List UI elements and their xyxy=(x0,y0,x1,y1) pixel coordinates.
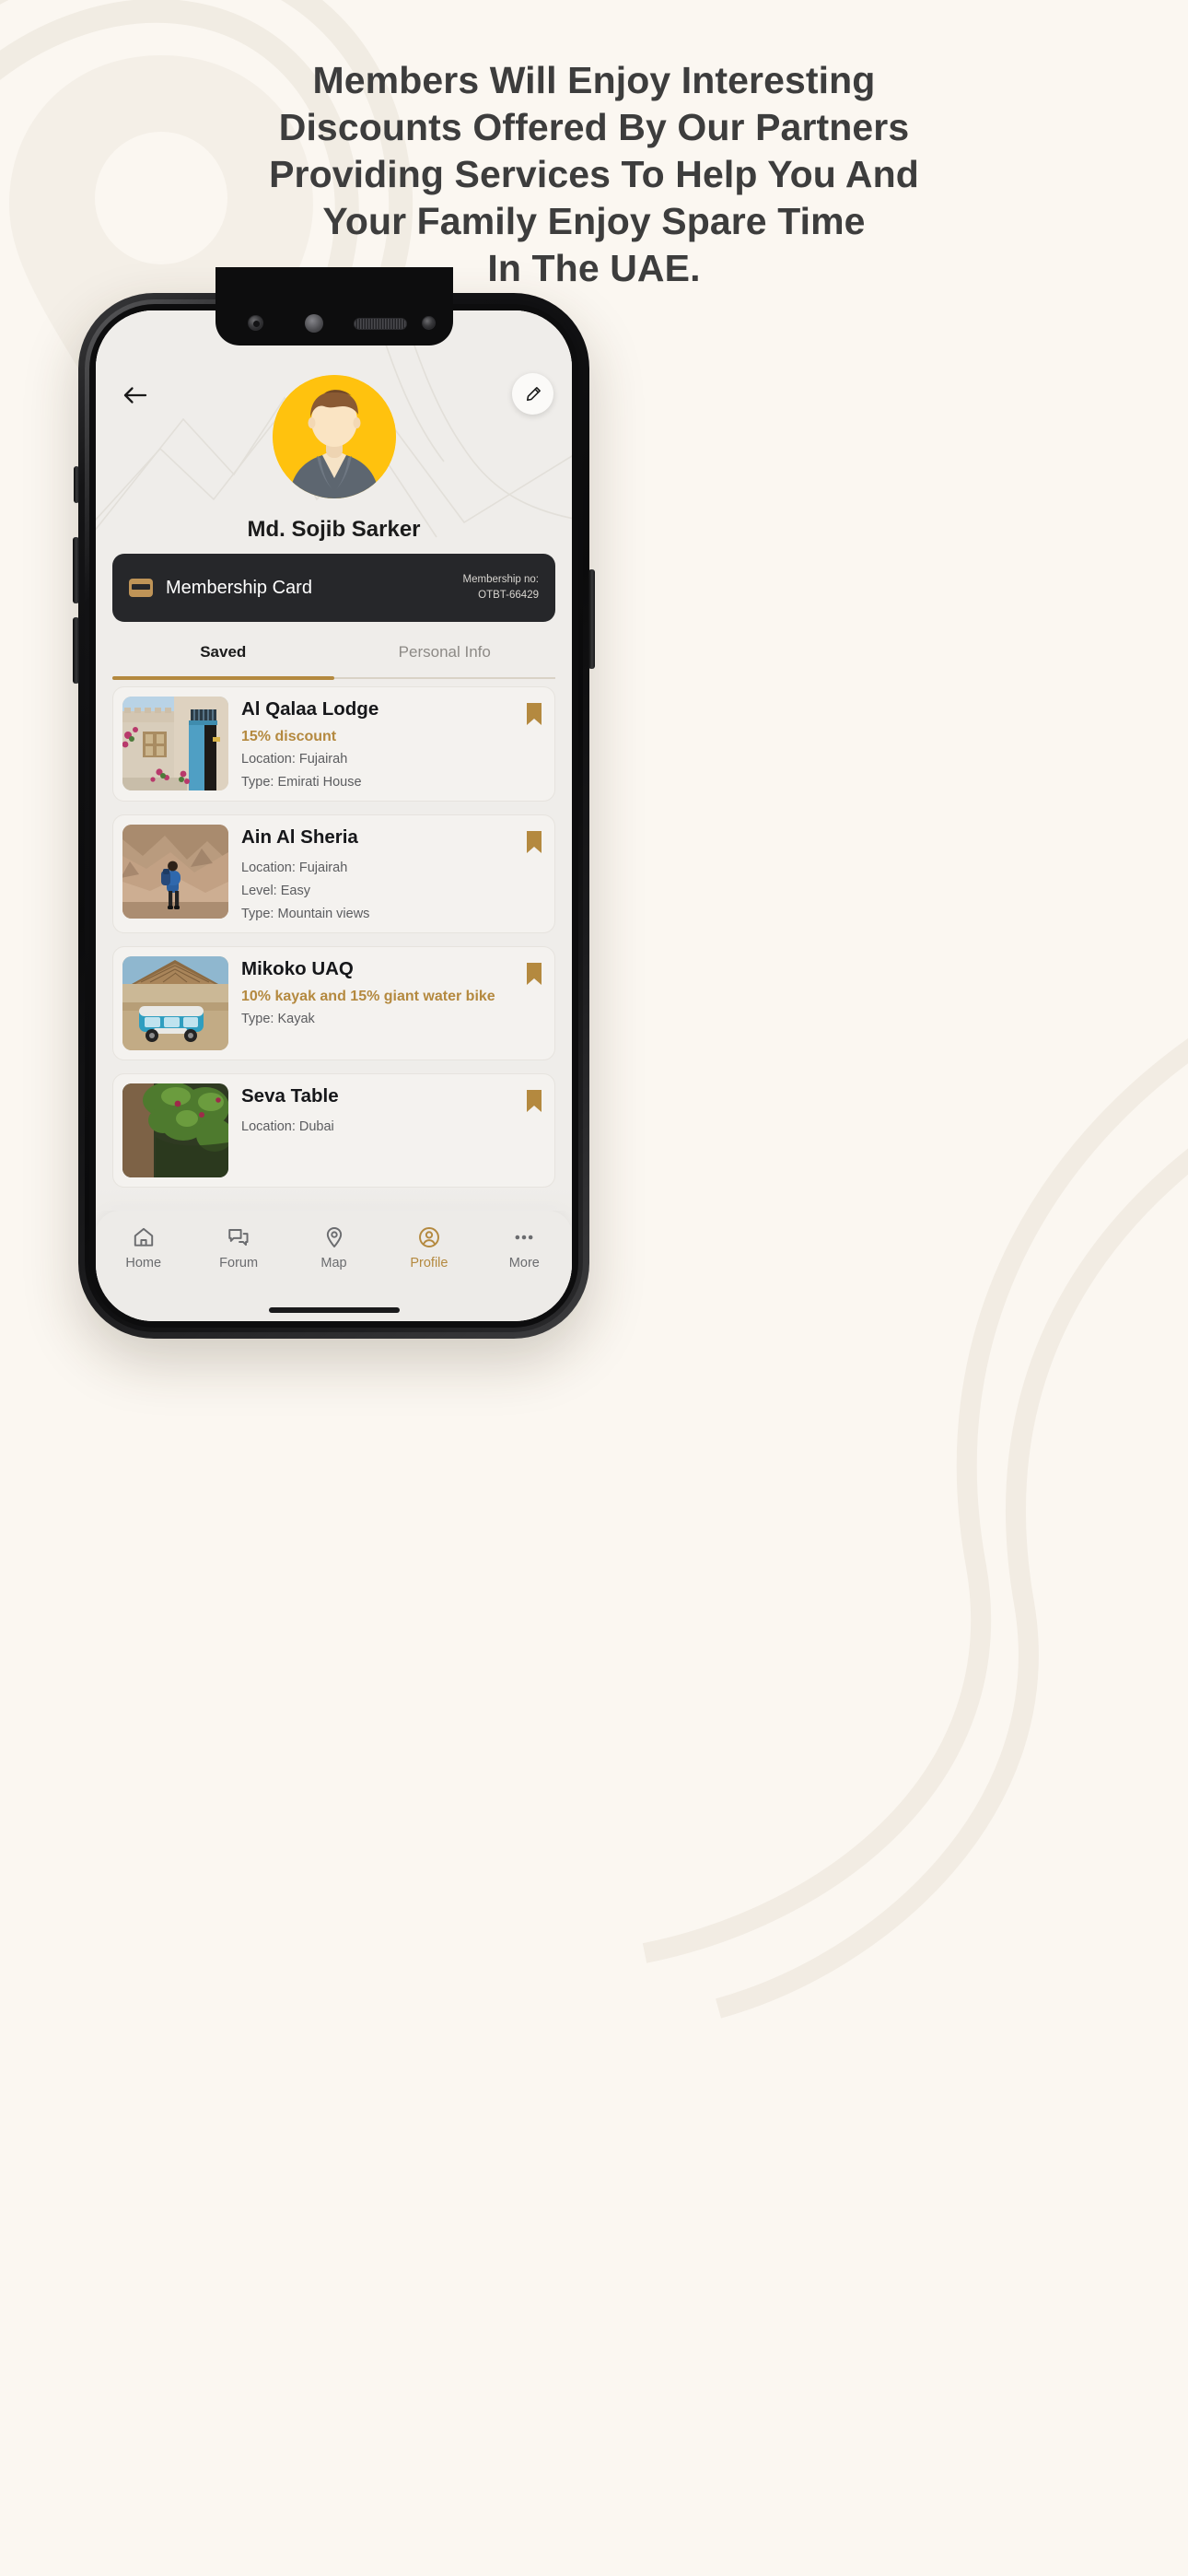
tab-active-indicator xyxy=(112,676,334,680)
list-item-title: Al Qalaa Lodge xyxy=(241,698,379,720)
mute-switch[interactable] xyxy=(74,466,79,503)
tab-personal-info[interactable]: Personal Info xyxy=(334,635,556,679)
emirati-house-image xyxy=(122,697,228,790)
forum-icon xyxy=(228,1229,249,1246)
blue-van-image xyxy=(122,955,228,1050)
list-item-body: Mikoko UAQ 10% kayak and 15% giant water… xyxy=(241,956,512,1050)
nav-item-profile[interactable]: Profile xyxy=(381,1225,476,1270)
profile-icon xyxy=(418,1227,439,1247)
headline-line-4: Your Family Enjoy Spare Time xyxy=(322,200,866,243)
bookmark-filled-icon xyxy=(527,831,542,853)
bottom-nav-row: Home Forum Map Profile More xyxy=(96,1225,572,1270)
list-item-title: Mikoko UAQ xyxy=(241,957,354,979)
nav-item-map[interactable]: Map xyxy=(286,1225,381,1270)
list-item-title: Seva Table xyxy=(241,1084,339,1107)
tab-saved-label: Saved xyxy=(200,643,247,661)
credit-card-icon xyxy=(129,579,153,597)
nav-item-profile-label: Profile xyxy=(410,1256,448,1270)
volume-up-button[interactable] xyxy=(73,537,79,603)
list-item-meta-1: Level: Easy xyxy=(241,883,310,898)
bookmark-button[interactable] xyxy=(525,1083,545,1177)
list-item-body: Ain Al Sheria Location: Fujairah Level: … xyxy=(241,825,512,923)
more-dots-icon xyxy=(515,1235,533,1240)
bookmark-button[interactable] xyxy=(525,956,545,1050)
bookmark-button[interactable] xyxy=(525,825,545,923)
earpiece-speaker xyxy=(353,318,407,330)
profile-name: Md. Sojib Sarker xyxy=(247,517,421,542)
bookmark-filled-icon xyxy=(527,1089,542,1112)
list-item-discount: 15% discount xyxy=(241,728,337,744)
list-item-body: Seva Table Location: Dubai xyxy=(241,1083,512,1177)
proximity-sensor-icon xyxy=(304,314,323,333)
home-icon xyxy=(134,1227,153,1247)
headline-line-1: Members Will Enjoy Interesting xyxy=(312,59,876,101)
list-item[interactable]: Seva Table Location: Dubai xyxy=(112,1072,555,1188)
phone-mockup: Md. Sojib Sarker Membership Card Members… xyxy=(73,267,595,1339)
app-viewport: Md. Sojib Sarker Membership Card Members… xyxy=(96,310,572,1321)
volume-down-button[interactable] xyxy=(73,617,79,684)
bookmark-filled-icon xyxy=(527,703,542,725)
membership-number-block: Membership no: OTBT-66429 xyxy=(463,572,539,603)
back-button[interactable] xyxy=(116,377,153,414)
list-item[interactable]: Al Qalaa Lodge 15% discount Location: Fu… xyxy=(112,686,555,802)
notch-area xyxy=(215,267,453,345)
edit-profile-button[interactable] xyxy=(512,373,553,415)
notch xyxy=(215,267,453,345)
list-item[interactable]: Ain Al Sheria Location: Fujairah Level: … xyxy=(112,814,555,933)
bookmark-filled-icon xyxy=(527,962,542,985)
tab-personal-info-label: Personal Info xyxy=(398,643,491,661)
map-pin-icon xyxy=(326,1227,342,1247)
list-item-meta-2: Type: Mountain views xyxy=(241,906,370,921)
nav-item-forum-label: Forum xyxy=(219,1256,259,1270)
nav-item-map-label: Map xyxy=(320,1256,347,1270)
list-item-thumbnail xyxy=(122,697,228,790)
bookmark-button[interactable] xyxy=(525,697,545,791)
list-item[interactable]: Mikoko UAQ 10% kayak and 15% giant water… xyxy=(112,945,555,1060)
bottom-navigation: Home Forum Map Profile More xyxy=(96,1187,572,1321)
page-headline: Members Will Enjoy Interesting Discounts… xyxy=(0,57,1188,292)
front-camera-icon xyxy=(247,315,263,331)
list-item-body: Al Qalaa Lodge 15% discount Location: Fu… xyxy=(241,697,512,791)
pencil-icon xyxy=(526,386,541,401)
nav-item-forum[interactable]: Forum xyxy=(191,1225,285,1270)
list-item-thumbnail xyxy=(122,1083,228,1177)
ambient-sensor-icon xyxy=(421,316,436,330)
nav-item-more-label: More xyxy=(508,1256,540,1270)
arrow-left-icon xyxy=(123,387,146,404)
list-item-thumbnail xyxy=(122,825,228,919)
nav-item-home[interactable]: Home xyxy=(96,1225,191,1270)
membership-number-value: OTBT-66429 xyxy=(478,590,539,601)
green-garden-image xyxy=(122,1083,228,1177)
headline-line-3: Providing Services To Help You And xyxy=(269,153,919,196)
list-item-meta-0: Location: Dubai xyxy=(241,1118,334,1134)
home-indicator[interactable] xyxy=(268,1307,400,1313)
headline-line-2: Discounts Offered By Our Partners xyxy=(278,106,910,149)
tab-underline xyxy=(112,676,555,680)
profile-tabs: Saved Personal Info xyxy=(112,635,555,679)
hiker-mountain-image xyxy=(122,825,228,919)
list-item-meta-0: Type: Kayak xyxy=(241,1011,315,1026)
list-item-meta-0: Location: Fujairah xyxy=(241,860,348,875)
headline-line-5: In The UAE. xyxy=(487,247,701,290)
power-button[interactable] xyxy=(588,569,595,669)
tab-saved[interactable]: Saved xyxy=(112,635,334,679)
app-topbar xyxy=(96,368,572,419)
list-item-title: Ain Al Sheria xyxy=(241,826,358,848)
membership-card[interactable]: Membership Card Membership no: OTBT-6642… xyxy=(112,554,555,622)
phone-screen: Md. Sojib Sarker Membership Card Members… xyxy=(96,310,572,1321)
list-item-discount: 10% kayak and 15% giant water bike xyxy=(241,988,495,1004)
nav-item-more[interactable]: More xyxy=(477,1225,572,1270)
list-item-meta-1: Type: Emirati House xyxy=(241,774,362,790)
membership-card-label: Membership Card xyxy=(166,577,312,598)
list-item-meta-0: Location: Fujairah xyxy=(241,751,348,767)
membership-number-label: Membership no: xyxy=(462,574,539,586)
nav-item-home-label: Home xyxy=(125,1256,162,1270)
list-item-thumbnail xyxy=(122,955,228,1050)
